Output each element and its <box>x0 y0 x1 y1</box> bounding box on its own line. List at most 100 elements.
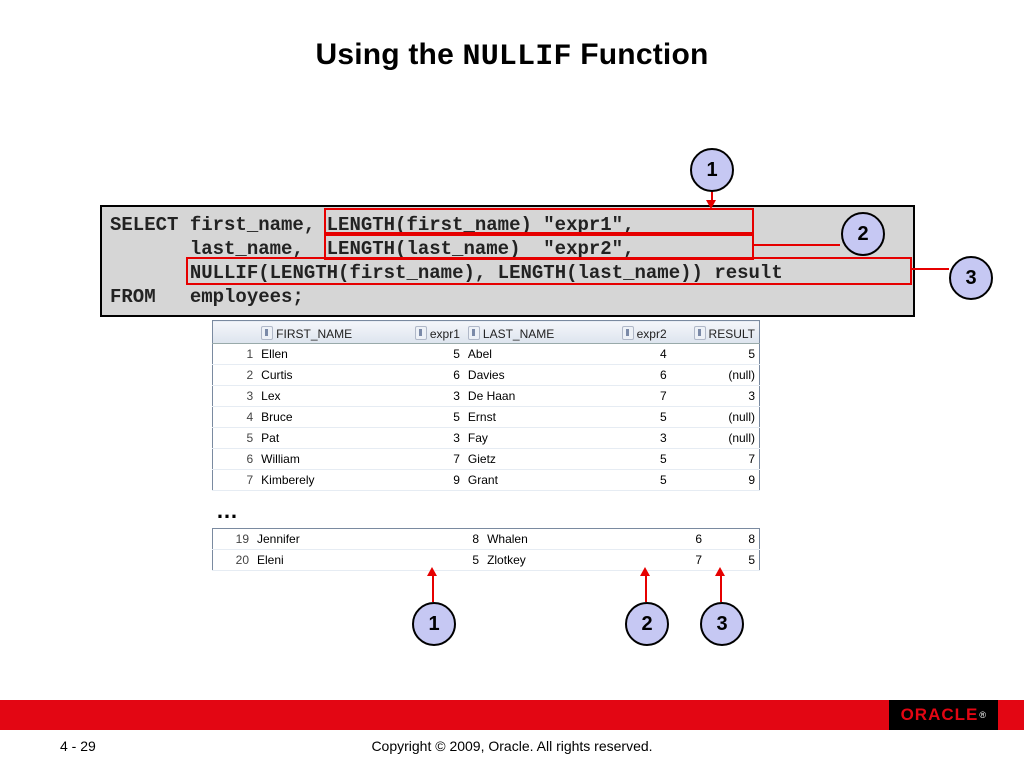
arrow-b3 <box>715 567 725 576</box>
cell-result: 8 <box>706 529 759 550</box>
connector-3 <box>910 268 949 270</box>
cell-last-name: Zlotkey <box>483 550 654 571</box>
cell-expr2: 5 <box>592 407 670 428</box>
copyright-text: Copyright © 2009, Oracle. All rights res… <box>0 738 1024 754</box>
title-code: NULLIF <box>463 40 572 74</box>
cell-result: 3 <box>671 386 760 407</box>
cell-first-name: William <box>257 449 385 470</box>
connector-b1 <box>432 574 434 602</box>
column-icon <box>415 326 427 340</box>
cell-first-name: Pat <box>257 428 385 449</box>
cell-result: (null) <box>671 365 760 386</box>
table-row: 1Ellen5Abel45 <box>213 344 760 365</box>
oracle-brand-tag: ORACLE® <box>889 700 998 730</box>
cell-last-name: Fay <box>464 428 592 449</box>
cell-last-name: Ernst <box>464 407 592 428</box>
row-number: 1 <box>213 344 258 365</box>
th-expr1: expr1 <box>430 327 460 341</box>
sql-l2a: last_name, <box>110 238 327 260</box>
th-result: RESULT <box>709 327 755 341</box>
callout-bottom-3: 3 <box>700 602 744 646</box>
connector-b2 <box>645 574 647 602</box>
sql-l2b: LENGTH(last_name) "expr2", <box>327 238 635 260</box>
row-number: 19 <box>213 529 254 550</box>
footer-redbar <box>0 700 1024 730</box>
cell-expr2: 3 <box>592 428 670 449</box>
cell-expr1: 3 <box>386 386 464 407</box>
table-row: 19Jennifer8Whalen68 <box>213 529 760 550</box>
column-icon <box>261 326 273 340</box>
arrow-b1 <box>427 567 437 576</box>
connector-b3 <box>720 574 722 602</box>
callout-bottom-2: 2 <box>625 602 669 646</box>
sql-l4: FROM employees; <box>110 286 304 308</box>
result-table-top: FIRST_NAME expr1 LAST_NAME expr2 RESULT … <box>212 320 760 491</box>
cell-first-name: Bruce <box>257 407 385 428</box>
cell-expr1: 5 <box>386 344 464 365</box>
result-table-bottom: 19Jennifer8Whalen6820Eleni5Zlotkey75 <box>212 528 760 571</box>
cell-first-name: Jennifer <box>253 529 431 550</box>
sql-l1a: SELECT first_name, <box>110 214 327 236</box>
row-number: 4 <box>213 407 258 428</box>
cell-expr1: 7 <box>386 449 464 470</box>
cell-first-name: Kimberely <box>257 470 385 491</box>
cell-expr2: 4 <box>592 344 670 365</box>
cell-first-name: Curtis <box>257 365 385 386</box>
row-number: 5 <box>213 428 258 449</box>
sql-l1b: LENGTH(first_name) "expr1", <box>327 214 635 236</box>
cell-last-name: De Haan <box>464 386 592 407</box>
ellipsis-text: … <box>216 498 238 524</box>
callout-top-2: 2 <box>841 212 885 256</box>
callout-bottom-1: 1 <box>412 602 456 646</box>
table-row: 20Eleni5Zlotkey75 <box>213 550 760 571</box>
th-expr2: expr2 <box>637 327 667 341</box>
column-icon <box>622 326 634 340</box>
cell-last-name: Davies <box>464 365 592 386</box>
cell-result: 5 <box>671 344 760 365</box>
arrow-b2 <box>640 567 650 576</box>
cell-result: (null) <box>671 428 760 449</box>
table-row: 5Pat3Fay3(null) <box>213 428 760 449</box>
callout-top-1: 1 <box>690 148 734 192</box>
cell-first-name: Lex <box>257 386 385 407</box>
cell-expr1: 8 <box>431 529 483 550</box>
cell-last-name: Grant <box>464 470 592 491</box>
table-row: 2Curtis6Davies6(null) <box>213 365 760 386</box>
cell-first-name: Ellen <box>257 344 385 365</box>
column-icon <box>694 326 706 340</box>
registered-mark: ® <box>979 710 986 720</box>
cell-expr2: 5 <box>592 470 670 491</box>
cell-expr1: 3 <box>386 428 464 449</box>
cell-expr2: 7 <box>654 550 706 571</box>
cell-result: 7 <box>671 449 760 470</box>
row-number: 7 <box>213 470 258 491</box>
title-post: Function <box>572 38 709 71</box>
cell-expr2: 6 <box>654 529 706 550</box>
cell-expr1: 9 <box>386 470 464 491</box>
sql-l3b: NULLIF(LENGTH(first_name), LENGTH(last_n… <box>190 262 783 284</box>
row-number: 20 <box>213 550 254 571</box>
cell-expr1: 5 <box>431 550 483 571</box>
table-header-row: FIRST_NAME expr1 LAST_NAME expr2 RESULT <box>213 321 760 344</box>
cell-expr1: 5 <box>386 407 464 428</box>
slide-title: Using the NULLIF Function <box>0 0 1024 74</box>
table-row: 3Lex3De Haan73 <box>213 386 760 407</box>
callout-top-3: 3 <box>949 256 993 300</box>
cell-last-name: Gietz <box>464 449 592 470</box>
cell-first-name: Eleni <box>253 550 431 571</box>
arrow-1 <box>706 200 716 209</box>
cell-expr2: 7 <box>592 386 670 407</box>
row-number: 3 <box>213 386 258 407</box>
cell-last-name: Abel <box>464 344 592 365</box>
cell-result: (null) <box>671 407 760 428</box>
cell-last-name: Whalen <box>483 529 654 550</box>
table-row: 6William7Gietz57 <box>213 449 760 470</box>
th-first-name: FIRST_NAME <box>276 327 352 341</box>
row-number: 2 <box>213 365 258 386</box>
cell-expr2: 6 <box>592 365 670 386</box>
cell-expr1: 6 <box>386 365 464 386</box>
th-last-name: LAST_NAME <box>483 327 554 341</box>
title-pre: Using the <box>315 38 462 71</box>
cell-result: 9 <box>671 470 760 491</box>
sql-l3a <box>110 262 190 284</box>
